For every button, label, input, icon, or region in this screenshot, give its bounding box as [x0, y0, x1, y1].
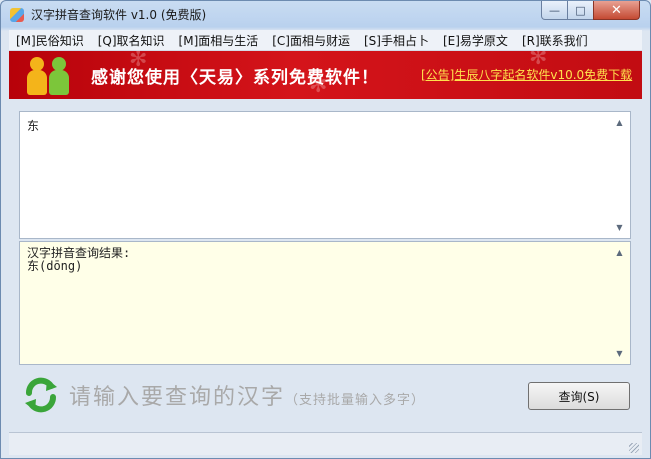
scroll-down-icon[interactable]: ▼	[611, 219, 628, 236]
pinyin-result-textarea[interactable]: 汉字拼音查询结果: 东(dōng) ▲ ▼	[19, 241, 631, 365]
resize-grip-icon[interactable]	[629, 443, 639, 453]
app-icon	[10, 8, 24, 22]
result-text: 汉字拼音查询结果: 东(dōng)	[27, 247, 130, 273]
input-hint: 请输入要查询的汉字（支持批量输入多字）	[69, 379, 425, 411]
menu-folk-knowledge[interactable]: [M]民俗知识	[9, 32, 91, 49]
menu-bar: [M]民俗知识 [Q]取名知识 [M]面相与生活 [C]面相与财运 [S]手相占…	[9, 30, 642, 51]
main-window: 汉字拼音查询软件 v1.0 (免费版) — □ ✕ [M]民俗知识 [Q]取名知…	[0, 0, 651, 459]
status-bar	[9, 432, 642, 455]
menu-naming-knowledge[interactable]: [Q]取名知识	[91, 32, 172, 49]
scroll-down-icon[interactable]: ▼	[611, 345, 628, 362]
banner-slogan: 感谢您使用〈天易〉系列免费软件！	[91, 68, 379, 88]
scroll-up-icon[interactable]: ▲	[611, 244, 628, 261]
announcement-link[interactable]: [公告]生辰八字起名软件v10.0免费下载	[421, 66, 632, 83]
hint-sub: （支持批量输入多字）	[285, 393, 426, 408]
input-scrollbar[interactable]: ▲ ▼	[611, 114, 628, 236]
menu-contact-us[interactable]: [R]联系我们	[515, 32, 595, 49]
close-button[interactable]: ✕	[593, 1, 640, 20]
scroll-up-icon[interactable]: ▲	[611, 114, 628, 131]
refresh-icon	[25, 377, 57, 413]
promo-banner: ✻ ✻ ✻ 感谢您使用〈天易〉系列免费软件！ [公告]生辰八字起名软件v10.0…	[9, 51, 642, 99]
minimize-button[interactable]: —	[541, 1, 568, 20]
maximize-button[interactable]: □	[567, 1, 594, 20]
person-yellow-icon	[27, 57, 47, 95]
query-button[interactable]: 查询(S)	[528, 382, 630, 410]
menu-palm-reading[interactable]: [S]手相占卜	[357, 32, 436, 49]
person-green-icon	[49, 57, 69, 95]
result-line: 东(dōng)	[27, 259, 83, 273]
window-title: 汉字拼音查询软件 v1.0 (免费版)	[31, 8, 207, 22]
hint-main: 请输入要查询的汉字	[69, 385, 286, 410]
menu-face-life[interactable]: [M]面相与生活	[172, 32, 266, 49]
hanzi-input-textarea[interactable]: 东 ▲ ▼	[19, 111, 631, 239]
result-scrollbar[interactable]: ▲ ▼	[611, 244, 628, 362]
menu-yi-texts[interactable]: [E]易学原文	[436, 32, 515, 49]
title-bar[interactable]: 汉字拼音查询软件 v1.0 (免费版) — □ ✕	[1, 1, 650, 28]
input-text: 东	[27, 119, 40, 133]
menu-face-fortune[interactable]: [C]面相与财运	[265, 32, 357, 49]
